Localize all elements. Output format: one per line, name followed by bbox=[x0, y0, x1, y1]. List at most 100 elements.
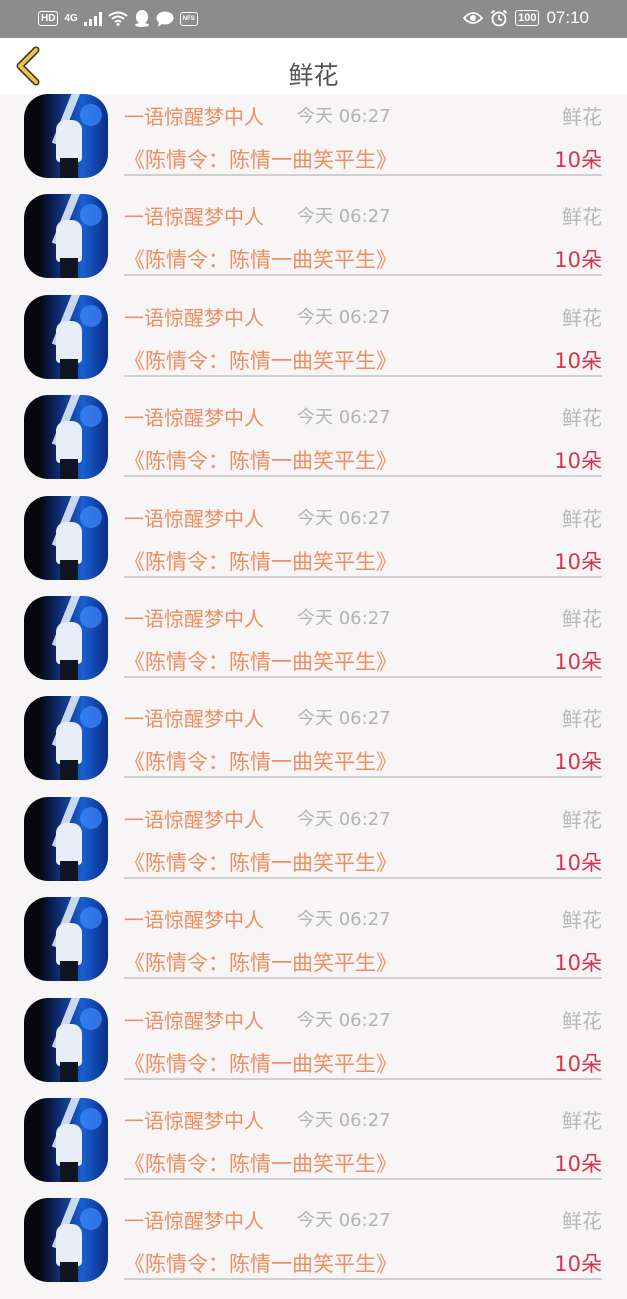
divider bbox=[124, 575, 602, 578]
gift-time: 今天 06:27 bbox=[297, 1210, 391, 1232]
list-item[interactable]: 一语惊醒梦中人 今天 06:27 鲜花《陈情令：陈情一曲笑平生》 10朵 bbox=[0, 395, 627, 495]
sender-name: 一语惊醒梦中人 bbox=[124, 406, 264, 431]
status-right-icons: 100 07:10 bbox=[463, 8, 589, 28]
gift-count: 10朵 bbox=[554, 951, 602, 976]
avatar[interactable] bbox=[24, 395, 108, 480]
song-title: 《陈情令：陈情一曲笑平生》 bbox=[124, 449, 397, 474]
gift-type: 鲜花 bbox=[562, 807, 602, 832]
gift-count: 10朵 bbox=[554, 1252, 602, 1277]
status-bar: HD 4G NFS 100 07:10 bbox=[0, 0, 627, 38]
avatar[interactable] bbox=[24, 294, 108, 379]
network-type: 4G bbox=[64, 13, 78, 24]
sender-name: 一语惊醒梦中人 bbox=[124, 1008, 264, 1033]
list-item[interactable]: 一语惊醒梦中人 今天 06:27 鲜花《陈情令：陈情一曲笑平生》 10朵 bbox=[0, 194, 627, 294]
gift-type: 鲜花 bbox=[562, 305, 602, 330]
song-title: 《陈情令：陈情一曲笑平生》 bbox=[124, 549, 397, 574]
avatar[interactable] bbox=[24, 194, 108, 279]
hd-icon: HD bbox=[38, 11, 59, 26]
sender-name: 一语惊醒梦中人 bbox=[124, 305, 264, 330]
gift-count: 10朵 bbox=[554, 449, 602, 474]
divider bbox=[124, 876, 602, 879]
list-item[interactable]: 一语惊醒梦中人 今天 06:27 鲜花《陈情令：陈情一曲笑平生》 10朵 bbox=[0, 897, 627, 997]
avatar[interactable] bbox=[24, 595, 108, 680]
sender-name: 一语惊醒梦中人 bbox=[124, 1108, 264, 1133]
gift-type: 鲜花 bbox=[562, 1108, 602, 1133]
avatar[interactable] bbox=[24, 897, 108, 982]
gift-count: 10朵 bbox=[554, 549, 602, 574]
song-title: 《陈情令：陈情一曲笑平生》 bbox=[124, 1051, 397, 1076]
song-title: 《陈情令：陈情一曲笑平生》 bbox=[124, 1252, 397, 1277]
list-item[interactable]: 一语惊醒梦中人 今天 06:27 鲜花 《陈情令：陈情一曲笑平生》 10朵 bbox=[0, 495, 627, 596]
song-title: 《陈情令：陈情一曲笑平生》 bbox=[124, 348, 397, 373]
song-title: 《陈情令：陈情一曲笑平生》 bbox=[124, 951, 397, 976]
gift-count: 10朵 bbox=[554, 248, 602, 273]
avatar[interactable] bbox=[24, 796, 108, 881]
avatar[interactable] bbox=[24, 495, 108, 580]
list-item[interactable]: 一语惊醒梦中人 今天 06:27 鲜花《陈情令：陈情一曲笑平生》 10朵 bbox=[0, 796, 627, 897]
song-title: 《陈情令：陈情一曲笑平生》 bbox=[124, 148, 397, 172]
gift-type: 鲜花 bbox=[562, 908, 602, 933]
gift-count: 10朵 bbox=[554, 148, 602, 172]
gift-time: 今天 06:27 bbox=[297, 306, 391, 328]
divider bbox=[124, 475, 602, 478]
status-left-icons: HD 4G NFS bbox=[38, 10, 198, 27]
sender-name: 一语惊醒梦中人 bbox=[124, 807, 264, 832]
gift-time: 今天 06:27 bbox=[297, 808, 391, 830]
chat-icon bbox=[156, 11, 174, 27]
avatar[interactable] bbox=[24, 997, 108, 1082]
gift-record-list: 一语惊醒梦中人 今天 06:27 鲜花 《陈情令：陈情一曲笑平生》 10朵 一语惊醒梦中人… bbox=[0, 94, 627, 1299]
sender-name: 一语惊醒梦中人 bbox=[124, 205, 264, 230]
list-item[interactable]: 一语惊醒梦中人 今天 06:27 鲜花《陈情令：陈情一曲笑平生》 10朵 bbox=[0, 1198, 627, 1298]
sender-name: 一语惊醒梦中人 bbox=[124, 908, 264, 933]
list-item[interactable]: 一语惊醒梦中人 今天 06:27 鲜花 《陈情令：陈情一曲笑平生》 10朵 bbox=[0, 595, 627, 696]
sender-name: 一语惊醒梦中人 bbox=[124, 606, 264, 631]
list-item[interactable]: 一语惊醒梦中人 今天 06:27 鲜花《陈情令：陈情一曲笑平生》 10朵 bbox=[0, 696, 627, 796]
gift-type: 鲜花 bbox=[562, 205, 602, 230]
song-title: 《陈情令：陈情一曲笑平生》 bbox=[124, 1151, 397, 1176]
sender-name: 一语惊醒梦中人 bbox=[124, 707, 264, 732]
eye-icon bbox=[463, 12, 484, 24]
avatar[interactable] bbox=[24, 94, 108, 178]
gift-time: 今天 06:27 bbox=[297, 708, 391, 730]
gift-count: 10朵 bbox=[554, 850, 602, 875]
nfs-icon: NFS bbox=[179, 11, 198, 26]
avatar[interactable] bbox=[24, 696, 108, 781]
top-bar: 鲜花 bbox=[0, 38, 627, 94]
list-item[interactable]: 一语惊醒梦中人 今天 06:27 鲜花《陈情令：陈情一曲笑平生》 10朵 bbox=[0, 94, 627, 194]
sender-name: 一语惊醒梦中人 bbox=[124, 1209, 264, 1234]
alarm-icon bbox=[491, 9, 508, 27]
avatar[interactable] bbox=[24, 1198, 108, 1283]
qq-icon bbox=[134, 10, 149, 27]
signal-icon bbox=[83, 11, 102, 26]
divider bbox=[124, 1177, 602, 1180]
gift-count: 10朵 bbox=[554, 348, 602, 373]
battery-icon: 100 bbox=[515, 10, 540, 26]
song-title: 《陈情令：陈情一曲笑平生》 bbox=[124, 248, 397, 273]
gift-type: 鲜花 bbox=[562, 406, 602, 431]
page-title: 鲜花 bbox=[288, 61, 339, 90]
song-title: 《陈情令：陈情一曲笑平生》 bbox=[124, 750, 397, 775]
gift-count: 10朵 bbox=[554, 1051, 602, 1076]
gift-time: 今天 06:27 bbox=[297, 206, 391, 228]
list-item[interactable]: 一语惊醒梦中人 今天 06:27 鲜花 《陈情令：陈情一曲笑平生》 10朵 bbox=[0, 1097, 627, 1198]
gift-time: 今天 06:27 bbox=[297, 909, 391, 931]
list-item[interactable]: 一语惊醒梦中人 今天 06:27 鲜花《陈情令：陈情一曲笑平生》 10朵 bbox=[0, 294, 627, 395]
song-title: 《陈情令：陈情一曲笑平生》 bbox=[124, 850, 397, 875]
gift-type: 鲜花 bbox=[562, 105, 602, 129]
sender-name: 一语惊醒梦中人 bbox=[124, 506, 264, 531]
gift-time: 今天 06:27 bbox=[297, 106, 391, 127]
gift-count: 10朵 bbox=[554, 1151, 602, 1176]
avatar[interactable] bbox=[24, 1097, 108, 1182]
gift-time: 今天 06:27 bbox=[297, 607, 391, 629]
divider bbox=[124, 977, 602, 980]
gift-type: 鲜花 bbox=[562, 1209, 602, 1234]
list-item[interactable]: 一语惊醒梦中人 今天 06:27 鲜花 《陈情令：陈情一曲笑平生》 10朵 bbox=[0, 997, 627, 1098]
gift-type: 鲜花 bbox=[562, 1008, 602, 1033]
gift-type: 鲜花 bbox=[562, 606, 602, 631]
gift-count: 10朵 bbox=[554, 750, 602, 775]
divider bbox=[124, 675, 602, 678]
divider bbox=[124, 776, 602, 779]
sender-name: 一语惊醒梦中人 bbox=[124, 105, 264, 129]
gift-time: 今天 06:27 bbox=[297, 407, 391, 429]
gift-type: 鲜花 bbox=[562, 707, 602, 732]
